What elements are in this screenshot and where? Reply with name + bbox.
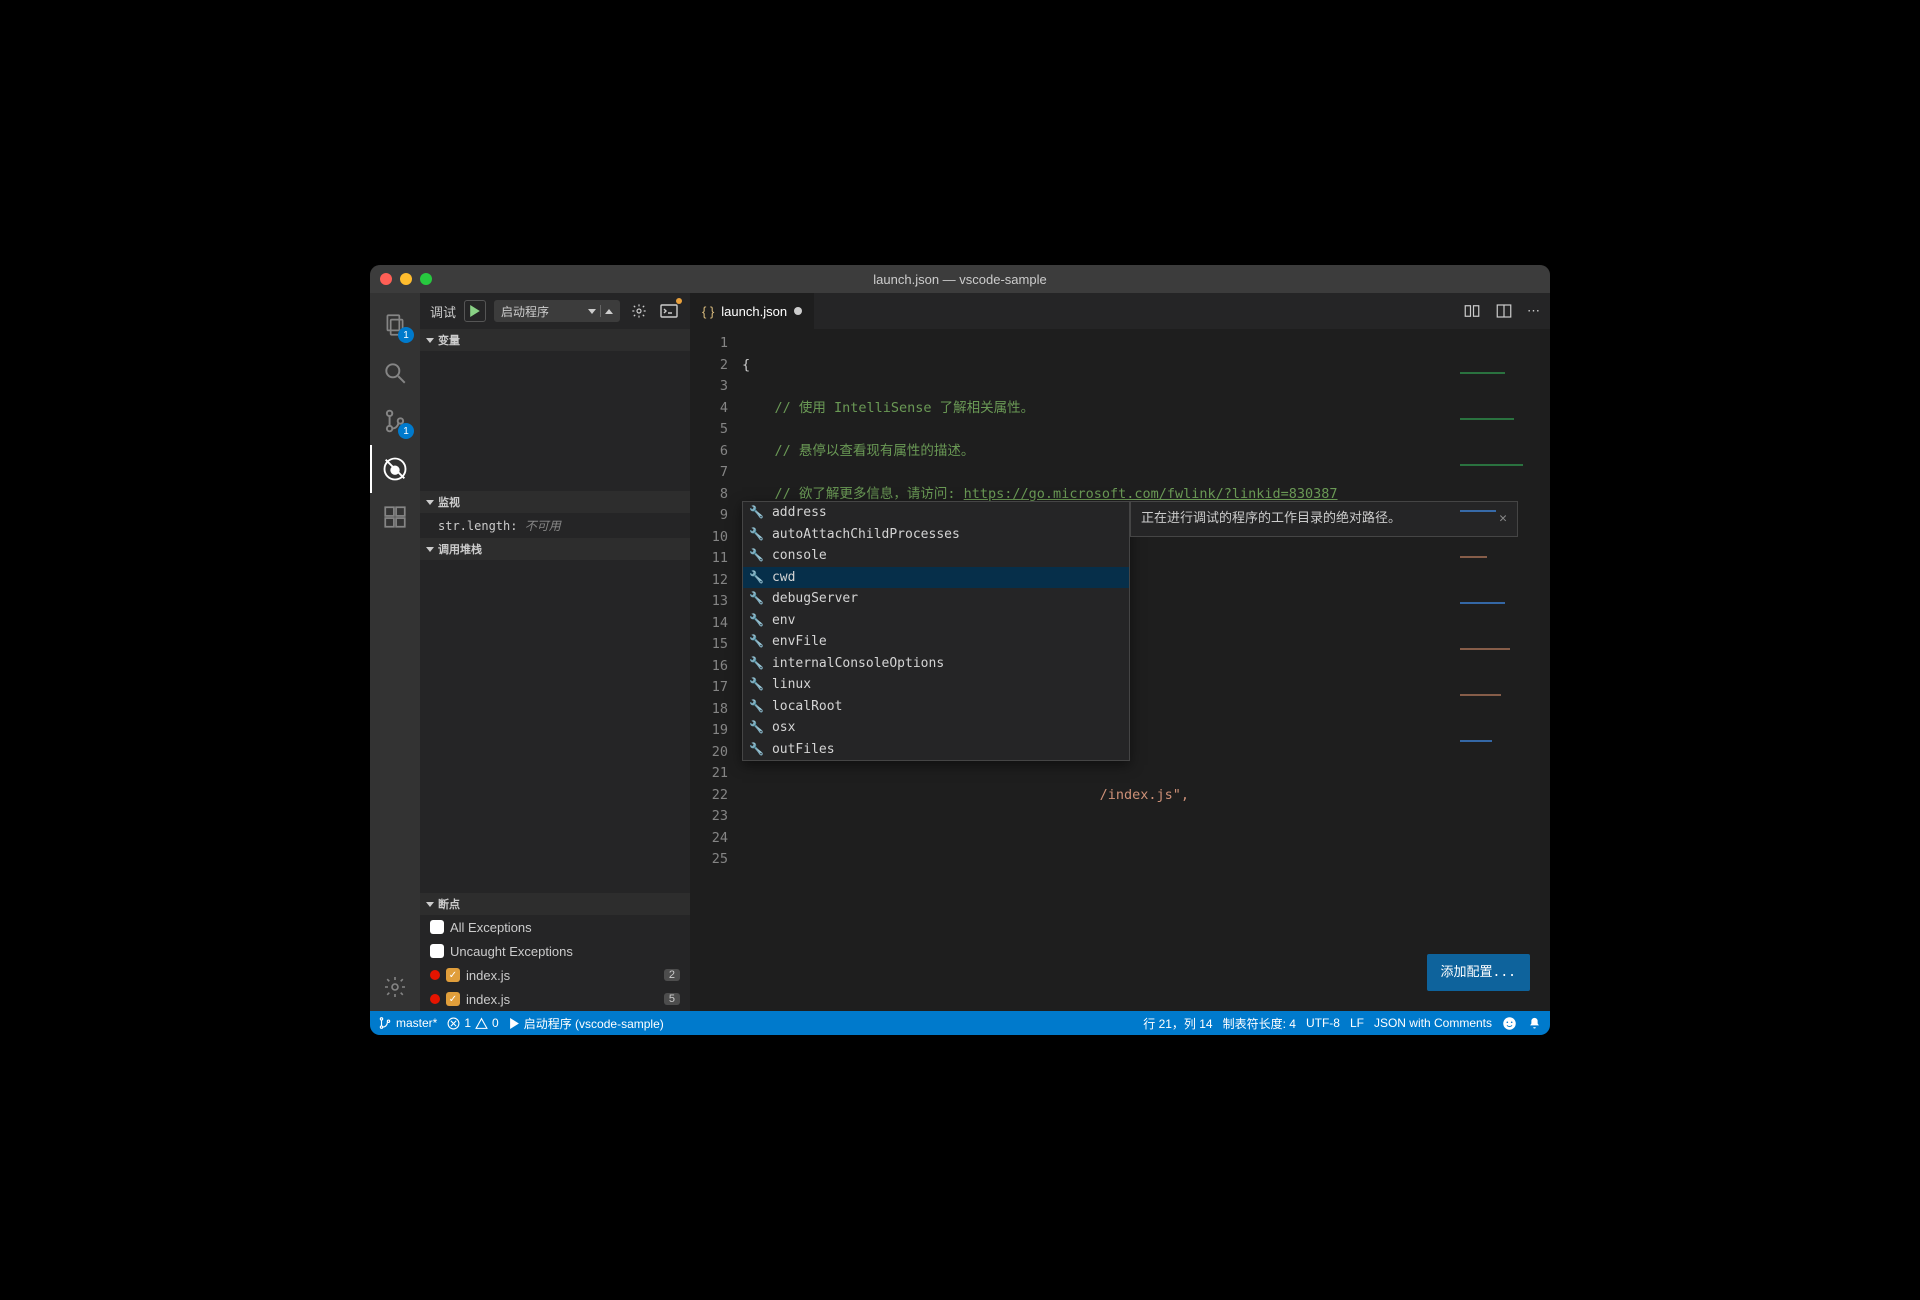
line-gutter: 1234567891011121314151617181920212223242… (690, 329, 742, 1011)
tab-launch-json[interactable]: { } launch.json (690, 293, 815, 329)
vscode-window: launch.json — vscode-sample 1 1 (370, 265, 1550, 1035)
variables-section-header[interactable]: 变量 (420, 329, 690, 351)
breakpoint-item[interactable]: ✓ index.js 2 (420, 963, 690, 987)
launch-config-select[interactable]: 启动程序 (494, 300, 620, 322)
wrench-icon: 🔧 (749, 610, 764, 632)
maximize-window-button[interactable] (420, 273, 432, 285)
wrench-icon: 🔧 (749, 502, 764, 524)
callstack-body (420, 560, 690, 893)
code-editor[interactable]: 1234567891011121314151617181920212223242… (690, 329, 1550, 1011)
breakpoint-uncaught-exceptions[interactable]: Uncaught Exceptions (420, 939, 690, 963)
notifications-bell-icon[interactable] (1527, 1016, 1542, 1031)
activity-bar: 1 1 (370, 293, 420, 1011)
suggest-item[interactable]: 🔧autoAttachChildProcesses (743, 524, 1129, 546)
suggest-item[interactable]: 🔧linux (743, 674, 1129, 696)
tab-bar: { } launch.json ⋯ (690, 293, 1550, 329)
wrench-icon: 🔧 (749, 717, 764, 739)
language-mode-status[interactable]: JSON with Comments (1374, 1016, 1492, 1030)
dirty-indicator-icon (794, 307, 802, 315)
explorer-badge: 1 (398, 327, 414, 343)
suggest-item[interactable]: 🔧console (743, 545, 1129, 567)
minimize-window-button[interactable] (400, 273, 412, 285)
suggest-item[interactable]: 🔧debugServer (743, 588, 1129, 610)
indent-status[interactable]: 制表符长度: 4 (1223, 1015, 1296, 1032)
code-content[interactable]: { // 使用 IntelliSense 了解相关属性。 // 悬停以查看现有属… (742, 329, 1550, 1011)
checkbox-icon[interactable] (430, 920, 444, 934)
debug-sidebar: 调试 启动程序 变量 监视 (420, 293, 690, 1011)
wrench-icon: 🔧 (749, 588, 764, 610)
titlebar: launch.json — vscode-sample (370, 265, 1550, 293)
wrench-icon: 🔧 (749, 653, 764, 675)
add-configuration-button[interactable]: 添加配置... (1427, 954, 1530, 992)
eol-status[interactable]: LF (1350, 1016, 1364, 1030)
watch-body: str.length: 不可用 (420, 513, 690, 538)
feedback-smiley-icon[interactable] (1502, 1016, 1517, 1031)
suggest-item[interactable]: 🔧internalConsoleOptions (743, 653, 1129, 675)
git-branch-status[interactable]: master* (378, 1016, 437, 1030)
wrench-icon: 🔧 (749, 739, 764, 761)
wrench-icon: 🔧 (749, 631, 764, 653)
breakpoint-dot-icon (430, 994, 440, 1004)
extensions-icon[interactable] (370, 493, 420, 541)
encoding-status[interactable]: UTF-8 (1306, 1016, 1340, 1030)
settings-gear-icon[interactable] (370, 963, 420, 1011)
minimap[interactable] (1460, 329, 1550, 399)
debug-toolbar: 调试 启动程序 (420, 293, 690, 329)
watch-section-header[interactable]: 监视 (420, 491, 690, 513)
editor-actions: ⋯ (1453, 293, 1550, 329)
checkbox-icon[interactable]: ✓ (446, 992, 460, 1006)
checkbox-icon[interactable]: ✓ (446, 968, 460, 982)
wrench-icon: 🔧 (749, 674, 764, 696)
editor-area: { } launch.json ⋯ 1234567891011121314151… (690, 293, 1550, 1011)
split-editor-icon[interactable] (1495, 302, 1513, 320)
suggest-item[interactable]: 🔧address (743, 502, 1129, 524)
debug-icon[interactable] (370, 445, 420, 493)
wrench-icon: 🔧 (749, 524, 764, 546)
checkbox-icon[interactable] (430, 944, 444, 958)
explorer-icon[interactable]: 1 (370, 301, 420, 349)
suggest-item[interactable]: 🔧env (743, 610, 1129, 632)
callstack-section-header[interactable]: 调用堆栈 (420, 538, 690, 560)
launch-task-status[interactable]: 启动程序 (vscode-sample) (509, 1015, 664, 1032)
suggest-widget[interactable]: 🔧address🔧autoAttachChildProcesses🔧consol… (742, 501, 1130, 761)
suggest-item[interactable]: 🔧osx (743, 717, 1129, 739)
breakpoint-item[interactable]: ✓ index.js 5 (420, 987, 690, 1011)
close-window-button[interactable] (380, 273, 392, 285)
debug-console-icon[interactable] (658, 300, 680, 322)
window-title: launch.json — vscode-sample (370, 272, 1550, 287)
wrench-icon: 🔧 (749, 567, 764, 589)
traffic-lights (380, 273, 432, 285)
search-icon[interactable] (370, 349, 420, 397)
cursor-position-status[interactable]: 行 21，列 14 (1143, 1015, 1212, 1032)
start-debug-button[interactable] (464, 300, 486, 322)
suggest-item[interactable]: 🔧cwd (743, 567, 1129, 589)
wrench-icon: 🔧 (749, 696, 764, 718)
breakpoint-all-exceptions[interactable]: All Exceptions (420, 915, 690, 939)
breakpoints-section-header[interactable]: 断点 (420, 893, 690, 915)
breakpoints-body: All Exceptions Uncaught Exceptions ✓ ind… (420, 915, 690, 1011)
watch-item[interactable]: str.length: 不可用 (420, 515, 690, 536)
breakpoint-dot-icon (430, 970, 440, 980)
suggest-item[interactable]: 🔧localRoot (743, 696, 1129, 718)
scm-badge: 1 (398, 423, 414, 439)
more-actions-icon[interactable]: ⋯ (1527, 303, 1540, 319)
console-dot-badge (676, 298, 682, 304)
wrench-icon: 🔧 (749, 545, 764, 567)
suggest-item[interactable]: 🔧envFile (743, 631, 1129, 653)
status-bar: master* 1 0 启动程序 (vscode-sample) 行 21，列 … (370, 1011, 1550, 1035)
configure-gear-icon[interactable] (628, 300, 650, 322)
suggest-item[interactable]: 🔧outFiles (743, 739, 1129, 761)
json-file-icon: { } (702, 304, 714, 319)
compare-changes-icon[interactable] (1463, 302, 1481, 320)
source-control-icon[interactable]: 1 (370, 397, 420, 445)
problems-status[interactable]: 1 0 (447, 1016, 498, 1030)
variables-body (420, 351, 690, 491)
launch-config-label: 启动程序 (501, 303, 549, 320)
debug-label: 调试 (430, 302, 456, 321)
